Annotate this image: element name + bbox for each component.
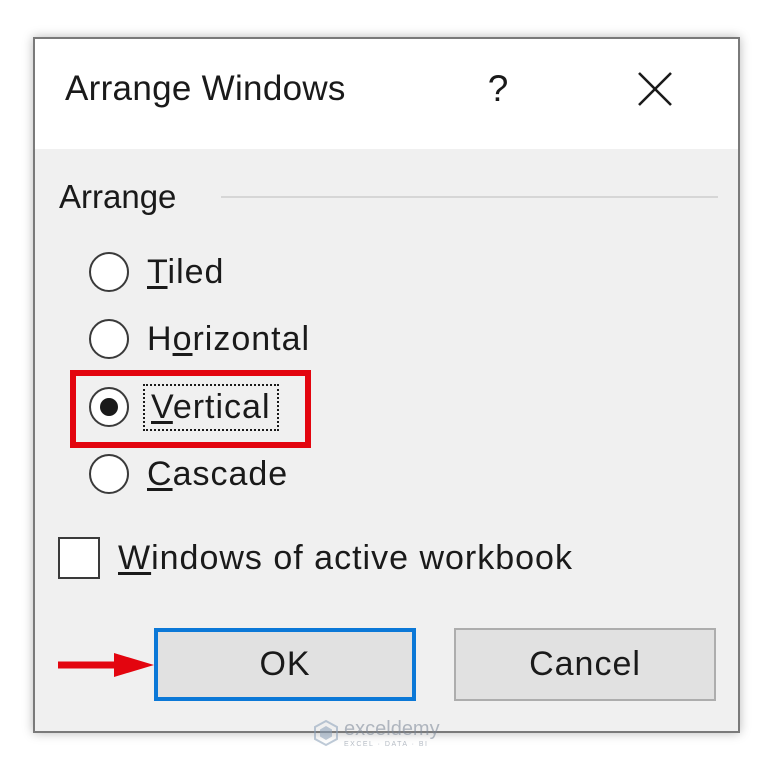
- exceldemy-logo-icon: [314, 719, 338, 747]
- help-button[interactable]: ?: [480, 65, 516, 113]
- radio-button[interactable]: [89, 454, 129, 494]
- access-key: C: [147, 454, 173, 493]
- arrange-group-label: Arrange: [59, 178, 191, 216]
- title-bar: Arrange Windows ?: [35, 39, 738, 149]
- radio-button[interactable]: [89, 252, 129, 292]
- access-key: W: [118, 538, 152, 577]
- radio-label[interactable]: Cascade: [147, 455, 288, 494]
- watermark-tagline: EXCEL · DATA · BI: [344, 740, 429, 748]
- active-workbook-option[interactable]: Windows of active workbook: [58, 531, 573, 585]
- access-key: o: [172, 319, 193, 358]
- radio-label[interactable]: Horizontal: [147, 320, 310, 359]
- close-icon: [638, 72, 672, 106]
- radio-option-tiled[interactable]: Tiled: [89, 246, 224, 298]
- cancel-button[interactable]: Cancel: [454, 628, 716, 701]
- right-arrow-icon: [58, 653, 154, 677]
- close-button[interactable]: [633, 67, 677, 111]
- dialog-title: Arrange Windows: [65, 69, 346, 108]
- radio-label[interactable]: Tiled: [147, 253, 224, 292]
- radio-button[interactable]: [89, 319, 129, 359]
- watermark: exceldemy EXCEL · DATA · BI: [312, 716, 440, 750]
- highlight-annotation-box: [70, 370, 311, 448]
- active-workbook-checkbox[interactable]: [58, 537, 100, 579]
- radio-option-horizontal[interactable]: Horizontal: [89, 313, 310, 365]
- checkbox-label[interactable]: Windows of active workbook: [118, 539, 573, 578]
- radio-option-cascade[interactable]: Cascade: [89, 448, 288, 500]
- access-key: T: [147, 252, 168, 291]
- ok-button[interactable]: OK: [154, 628, 416, 701]
- group-divider: [221, 196, 718, 198]
- arrange-windows-dialog: Arrange Windows ? Arrange Tiled Horizont…: [33, 37, 740, 733]
- watermark-name: exceldemy: [344, 717, 440, 740]
